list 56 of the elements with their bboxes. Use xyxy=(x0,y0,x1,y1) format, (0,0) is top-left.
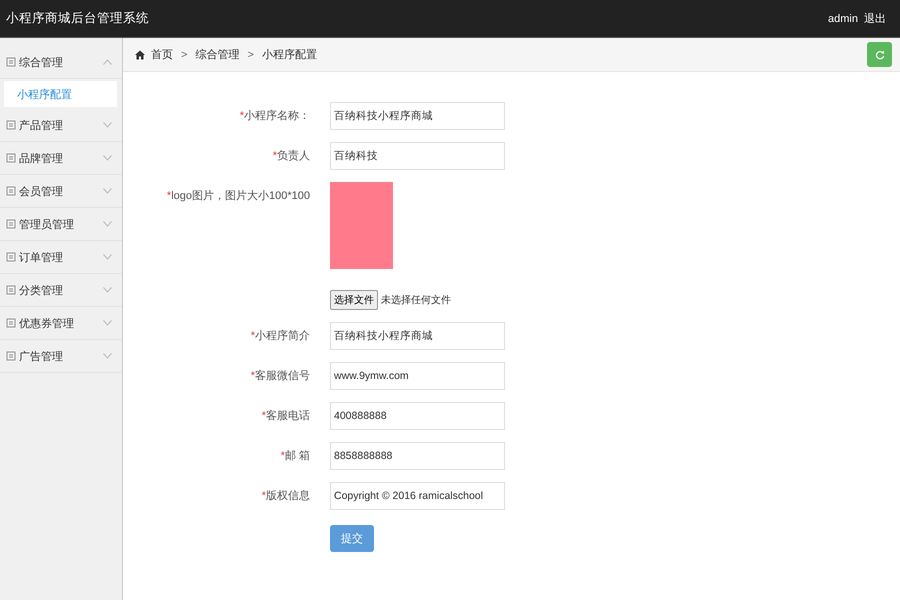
menu-item[interactable]: 管理员管理 xyxy=(0,208,122,241)
menu-icon xyxy=(6,186,16,196)
breadcrumb-link[interactable]: 小程序配置 xyxy=(262,47,317,62)
menu-icon xyxy=(6,351,16,361)
text-field[interactable]: 8858888888 xyxy=(330,442,505,470)
chevron-icon xyxy=(103,254,112,260)
text-field[interactable]: 400888888 xyxy=(330,402,505,430)
text-field[interactable]: www.9ymw.com xyxy=(330,362,505,390)
field-label: *客服微信号 xyxy=(250,368,310,384)
menu-item[interactable]: 分类管理 xyxy=(0,274,122,307)
home-icon xyxy=(135,50,145,60)
menu-item[interactable]: 品牌管理 xyxy=(0,142,122,175)
menu-item[interactable]: 优惠券管理 xyxy=(0,307,122,340)
refresh-button[interactable] xyxy=(867,42,892,67)
menu-icon xyxy=(6,318,16,328)
field-label: *版权信息 xyxy=(260,489,310,504)
text-field[interactable]: 百纳科技 xyxy=(330,142,505,170)
text-field[interactable]: Copyright © 2016 ramicalschool xyxy=(330,482,505,510)
field-label: *logo图片，图片大小100*100 xyxy=(166,189,310,204)
refresh-icon xyxy=(874,50,884,60)
menu-item[interactable]: 产品管理 xyxy=(0,109,122,142)
username: admin xyxy=(828,12,858,24)
chevron-icon xyxy=(103,59,112,65)
breadcrumb-separator: > xyxy=(181,48,188,60)
menu-icon xyxy=(6,285,16,295)
breadcrumb-separator: > xyxy=(247,48,254,60)
field-label: *邮 箱 xyxy=(280,449,310,464)
menu-item[interactable]: 综合管理 xyxy=(0,46,122,79)
menu-item[interactable]: 广告管理 xyxy=(0,340,122,373)
field-label: *客服电话 xyxy=(260,408,310,424)
text-field[interactable]: 百纳科技小程序商城 xyxy=(330,102,505,130)
breadcrumb-link[interactable]: 综合管理 xyxy=(195,47,240,62)
menu-icon xyxy=(6,57,16,67)
field-label: *小程序名称： xyxy=(238,108,310,124)
menu-icon xyxy=(6,219,16,229)
chevron-icon xyxy=(103,188,112,194)
app-title: 小程序商城后台管理系统 xyxy=(6,10,150,27)
menu-icon xyxy=(6,120,16,130)
choose-file-button[interactable]: 选择文件 xyxy=(330,290,378,310)
menu-icon xyxy=(6,153,16,163)
field-label: *小程序简介 xyxy=(250,328,310,344)
chevron-icon xyxy=(103,221,112,227)
chevron-icon xyxy=(103,320,112,326)
chevron-icon xyxy=(103,287,112,293)
chevron-icon xyxy=(103,122,112,128)
logout-link[interactable]: 退出 xyxy=(864,11,886,26)
text-field[interactable]: 百纳科技小程序商城 xyxy=(330,322,505,350)
menu-item[interactable]: 订单管理 xyxy=(0,241,122,274)
chevron-icon xyxy=(103,155,112,161)
field-label: *负责人 xyxy=(272,148,310,164)
chevron-icon xyxy=(103,353,112,359)
menu-item[interactable]: 会员管理 xyxy=(0,175,122,208)
breadcrumb-link[interactable]: 首页 xyxy=(151,47,173,62)
menu-icon xyxy=(6,252,16,262)
file-status: 未选择任何文件 xyxy=(381,294,451,307)
submenu-item[interactable]: 小程序配置 xyxy=(4,81,117,107)
